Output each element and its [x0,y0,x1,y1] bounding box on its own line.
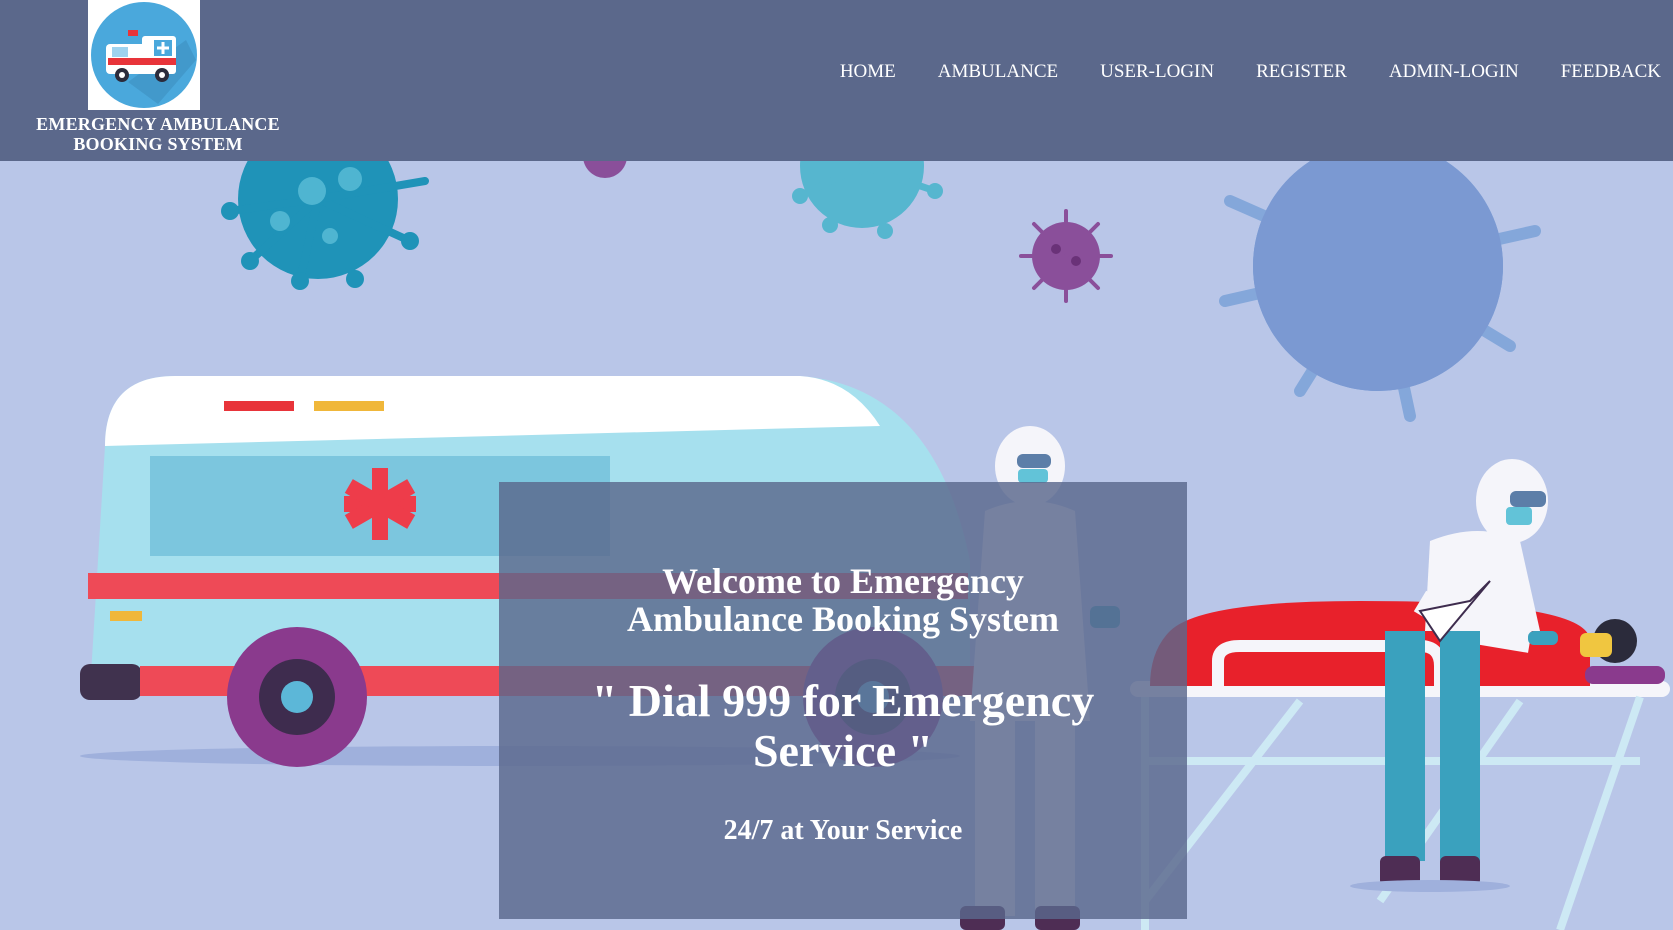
brand-line-1: EMERGENCY AMBULANCE [36,114,280,134]
welcome-title-line-2: Ambulance Booking System [626,599,1060,639]
ambulance-icon [91,2,197,108]
welcome-overlay: Welcome to Emergency Ambulance Booking S… [499,482,1187,919]
hero-section: Welcome to Emergency Ambulance Booking S… [0,161,1673,930]
welcome-title: Welcome to Emergency Ambulance Booking S… [499,562,1187,638]
nav-user-login[interactable]: USER-LOGIN [1100,61,1214,83]
slogan-line-2: Service " [752,725,934,776]
site-header: EMERGENCY AMBULANCE BOOKING SYSTEM HOME … [0,0,1673,161]
brand-line-2: BOOKING SYSTEM [73,134,243,154]
welcome-title-line-1: Welcome to Emergency [662,561,1024,601]
nav-ambulance[interactable]: AMBULANCE [938,61,1058,83]
nav-register[interactable]: REGISTER [1256,61,1347,83]
service-subtitle: 24/7 at Your Service [723,815,963,846]
nav-home[interactable]: HOME [840,61,896,83]
nav-feedback[interactable]: FEEDBACK [1561,61,1661,83]
slogan-line-1: " Dial 999 for Emergency [591,675,1095,726]
emergency-slogan: " Dial 999 for Emergency Service " [499,676,1187,776]
logo[interactable] [88,0,200,110]
virus-icon [1019,209,1113,303]
main-nav: HOME AMBULANCE USER-LOGIN REGISTER ADMIN… [798,61,1661,83]
nav-admin-login[interactable]: ADMIN-LOGIN [1389,61,1519,83]
brand-name: EMERGENCY AMBULANCE BOOKING SYSTEM [10,114,306,154]
